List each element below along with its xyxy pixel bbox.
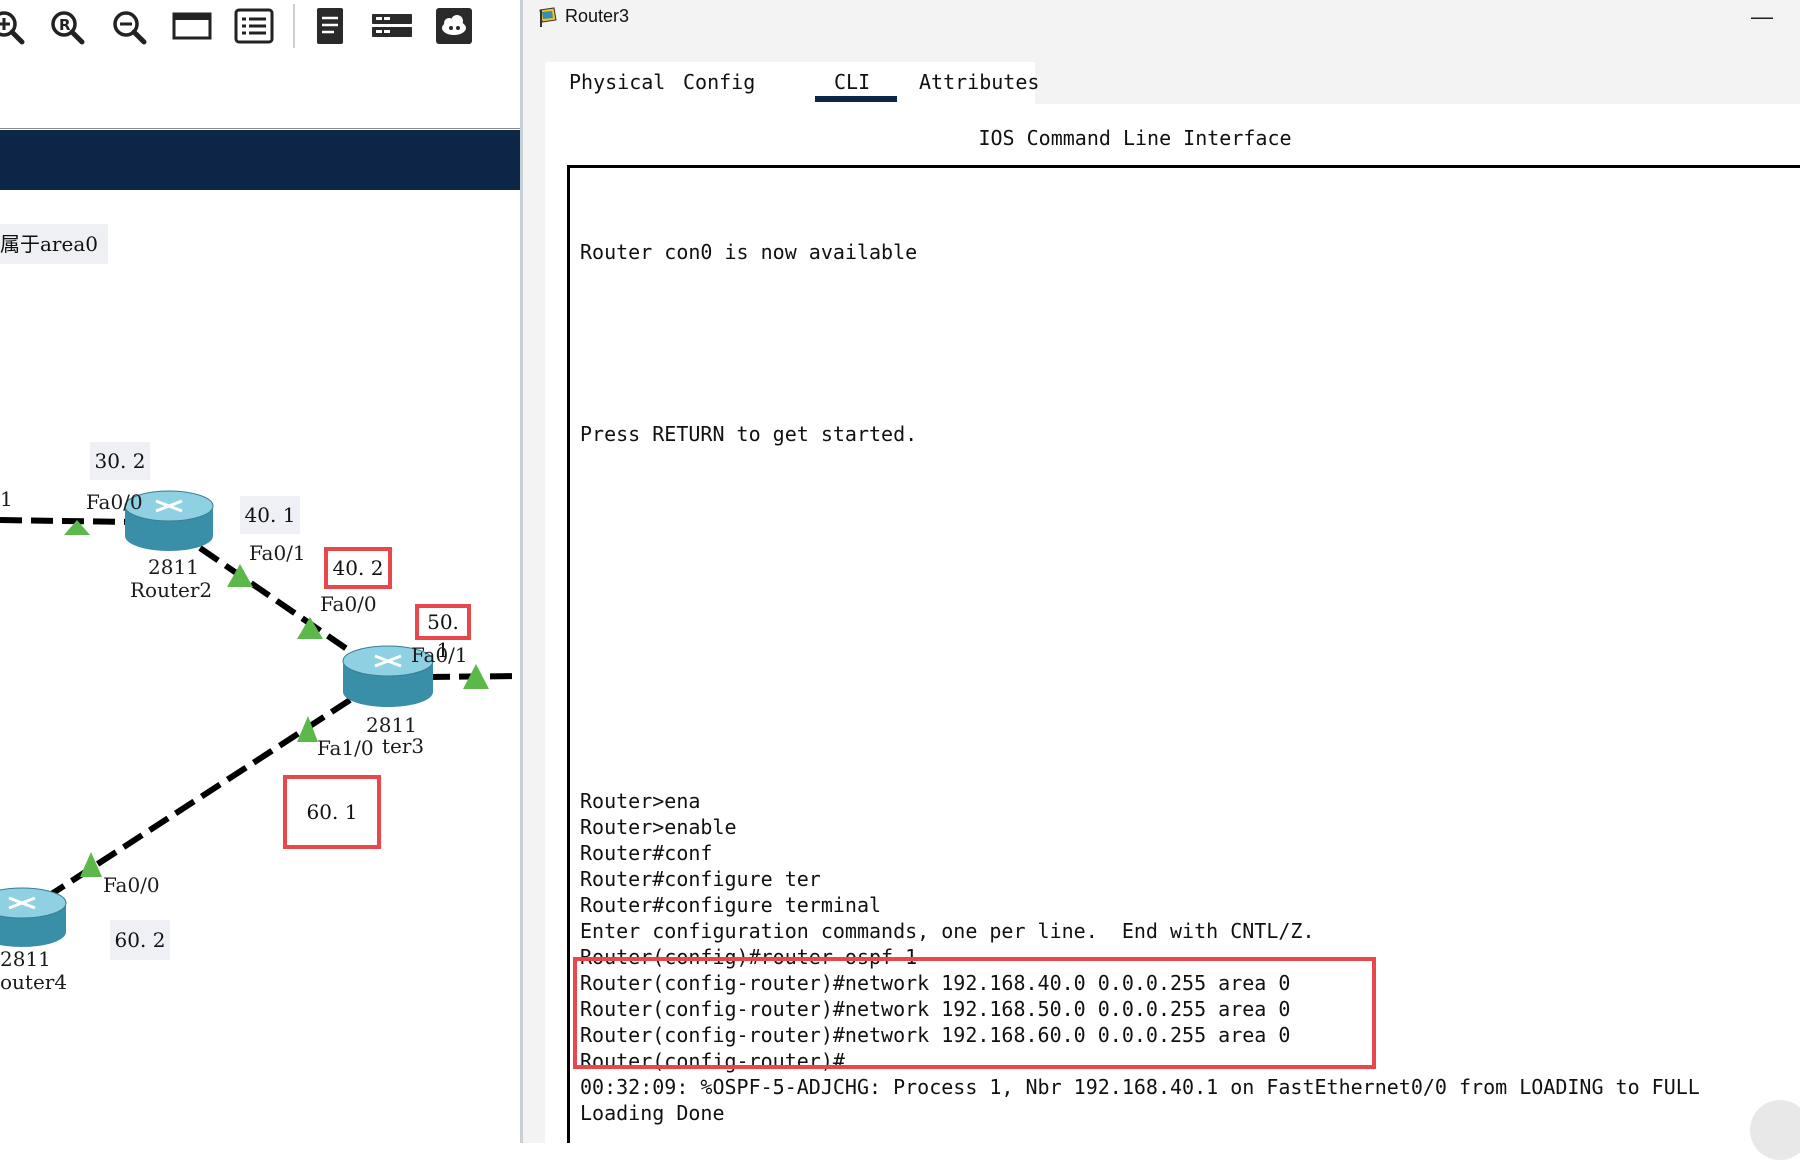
terminal-line: Press RETURN to get started. <box>580 422 918 446</box>
ospf-commands-highlight <box>573 957 1376 1069</box>
active-tab-indicator <box>815 96 897 102</box>
router2-ip-fa00: 30. 2 <box>90 442 150 480</box>
router3-ip-fa00: 40. 2 <box>324 547 392 589</box>
router4-ip-fa00: 60. 2 <box>110 920 170 960</box>
router4-name-label: outer4 <box>0 970 68 994</box>
router3-name-label: ter3 <box>382 734 425 758</box>
router4-model-label: 2811 <box>0 947 51 971</box>
link-left-router2 <box>0 517 131 525</box>
router2-name-label: Router2 <box>130 578 213 602</box>
terminal-line: Enter configuration commands, one per li… <box>580 919 1315 943</box>
cli-panel: IOS Command Line Interface Router con0 i… <box>545 104 1800 1143</box>
terminal-line: Router con0 is now available <box>580 240 918 264</box>
tab-cli[interactable]: CLI <box>834 70 870 94</box>
tab-physical[interactable]: Physical <box>569 70 665 94</box>
tab-config[interactable]: Config <box>683 70 755 94</box>
minimize-button[interactable]: — <box>1742 4 1782 32</box>
cli-heading: IOS Command Line Interface <box>978 126 1292 150</box>
cli-terminal[interactable]: Router con0 is now available Press RETUR… <box>567 165 1800 1143</box>
router2-ip-fa01: 40. 1 <box>240 496 300 534</box>
window-title: Router3 <box>565 6 630 26</box>
terminal-line: Router#conf <box>580 841 713 865</box>
router4-port-fa00: Fa0/0 <box>103 873 160 897</box>
router4-device-icon[interactable] <box>0 887 67 947</box>
router3-ip-fa01: 50. 1 <box>415 604 471 662</box>
router2-port-fa01: Fa0/1 <box>249 541 306 565</box>
terminal-line: 00:32:09: %OSPF-5-ADJCHG: Process 1, Nbr… <box>580 1075 1700 1099</box>
topology-canvas <box>0 490 522 947</box>
router2-model-label: 2811 <box>148 555 199 579</box>
topology-workspace[interactable]: R 属于area0 1 30. 2 Fa0/0 40. 1 Fa0/1 2811… <box>0 0 522 1143</box>
router3-port-fa01: Fa0/1 <box>411 643 468 667</box>
device-tabs: Physical Config CLI Attributes <box>545 62 1039 104</box>
router3-port-fa10: Fa1/0 <box>317 736 374 760</box>
router3-port-fa00: Fa0/0 <box>320 592 377 616</box>
packet-tracer-app-icon <box>539 7 557 27</box>
corner-badge-icon <box>1750 1100 1800 1160</box>
router3-window: Router3 — Physical Config CLI Attributes… <box>523 0 1800 1143</box>
router3-ip-fa10: 60. 1 <box>283 775 381 849</box>
terminal-line: Loading Done <box>580 1101 725 1125</box>
terminal-line: Router#configure ter <box>580 867 821 891</box>
tab-attributes[interactable]: Attributes <box>919 70 1039 94</box>
terminal-line: Router>ena <box>580 789 701 813</box>
window-titlebar[interactable]: Router3 — <box>523 0 1800 38</box>
terminal-line: Router>enable <box>580 815 737 839</box>
terminal-line: Router#configure terminal <box>580 893 882 917</box>
router2-port-fa00: Fa0/0 <box>86 490 143 514</box>
link-end-label: 1 <box>0 487 13 511</box>
